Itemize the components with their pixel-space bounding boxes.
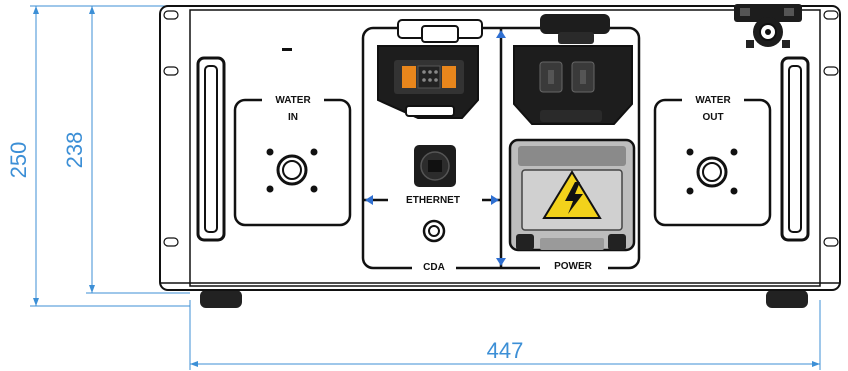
water-in-label-line2: IN [288,112,298,123]
ethernet-label: ETHERNET [406,195,460,206]
dimension-label-250: 250 [6,142,31,179]
water-in-port: WATER IN [233,93,352,227]
water-out-label-line1: WATER [695,95,731,106]
water-out-label-line2: OUT [702,112,723,123]
dimension-label-447: 447 [487,338,524,363]
dimension-label-238: 238 [62,132,87,169]
handle-right [780,56,810,242]
water-in-label-line1: WATER [275,95,311,106]
power-label: POWER [554,261,593,272]
foot-right [766,290,808,308]
enclosure-front-drawing: 250 238 447 WATER IN WATER OUT ETHERNET … [6,4,841,370]
water-out-port: WATER OUT [653,93,772,227]
center-connector-panel: ETHERNET CDA POWER [361,14,641,274]
foot-left [200,290,242,308]
enclosure-body: WATER IN WATER OUT ETHERNET CDA POWER [159,4,841,308]
handle-left [196,56,226,242]
cda-label: CDA [423,262,445,273]
dimension-overall-width: 447 [189,300,821,370]
